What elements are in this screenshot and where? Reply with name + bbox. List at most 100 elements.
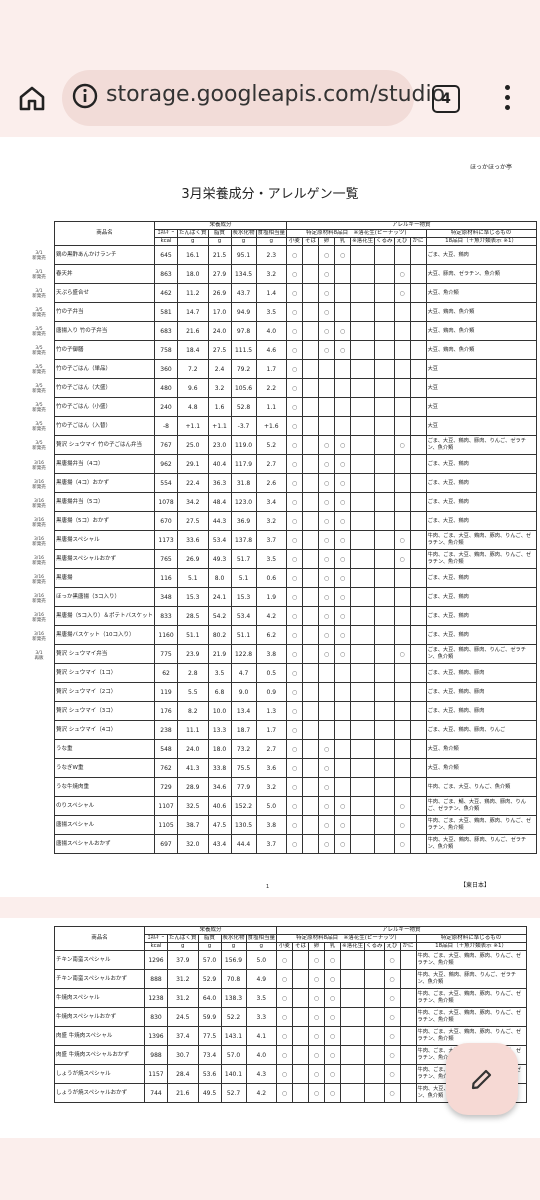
allergen-mark: ○ [286, 454, 304, 474]
product-name: 唐揚スペシャル [53, 815, 156, 835]
nutrient-p: 51.1 [177, 625, 209, 645]
nutrient-f: 44.3 [207, 511, 232, 531]
product-name: 竹の子ごはん（小盛） [53, 397, 156, 417]
related-allergens: ごま、大豆、鶏肉 [425, 606, 537, 626]
allergen-mark [302, 283, 320, 303]
allergen-mark [364, 969, 385, 989]
allergen-mark: ○ [286, 302, 304, 322]
product-name: 竹の子ごはん（単品） [53, 359, 156, 379]
nutrient-s: 2.2 [255, 378, 288, 398]
nutrient-p: 32.0 [177, 834, 209, 854]
allergen-mark: ○ [318, 302, 336, 322]
table-row: チキン南蛮スペシャル 1296 37.9 57.0 156.9 5.0 ○ ○ ○ ○ 牛肉、ごま、… [54, 950, 527, 970]
nutrient-p: 34.2 [177, 492, 209, 512]
nutrient-kcal: 62 [154, 663, 179, 683]
allergen-mark [302, 758, 320, 778]
allergen-mark [350, 815, 376, 835]
overflow-menu-icon[interactable] [505, 85, 511, 113]
allergen-mark [409, 302, 427, 322]
header-u_g3: g [230, 237, 257, 246]
nutrient-kcal: 581 [154, 302, 179, 322]
allergen-mark [393, 777, 411, 797]
info-icon[interactable] [72, 83, 98, 109]
allergen-mark [302, 663, 320, 683]
header-crab: かに [399, 942, 417, 951]
nutrient-s: 3.5 [255, 549, 288, 569]
allergen-mark: ○ [334, 549, 352, 569]
allergen-mark: ○ [286, 701, 304, 721]
related-allergens: 大豆 [425, 416, 537, 436]
allergen-mark: ○ [393, 435, 411, 455]
product-name: 黒唐揚弁当（4コ） [53, 454, 156, 474]
nutrient-p: 5.5 [177, 682, 209, 702]
allergen-mark: ○ [286, 644, 304, 664]
allergen-mark [374, 530, 395, 550]
nutrient-kcal: 1173 [154, 530, 179, 550]
header-allergy: アレルギー物質 [276, 926, 527, 935]
allergen-mark [350, 264, 376, 284]
release-date-note: 新発売 [32, 351, 46, 357]
nutrient-f: 59.9 [197, 1007, 222, 1027]
nutrient-kcal: 1396 [144, 1026, 168, 1046]
allergen-mark [393, 625, 411, 645]
release-date-note: 新発売 [32, 408, 46, 414]
allergen-mark [302, 530, 320, 550]
allergen-mark [393, 302, 411, 322]
allergen-mark [340, 1083, 366, 1103]
related-allergens: 牛肉、ごま、大豆、鶏肉、豚肉、りんご、ゼラチン、魚介類 [415, 1007, 527, 1027]
related-allergens: 大豆、魚介類 [425, 758, 537, 778]
allergen-mark [374, 302, 395, 322]
nutrient-f: 40.4 [207, 454, 232, 474]
header-wheat: 小麦 [286, 237, 304, 246]
nutrient-p: 18.0 [177, 264, 209, 284]
nutrient-s: 1.7 [255, 359, 288, 379]
allergen-mark [292, 1026, 310, 1046]
allergen-mark: ○ [334, 644, 352, 664]
allergen-mark: ○ [393, 644, 411, 664]
allergen-mark [302, 815, 320, 835]
allergen-mark [302, 568, 320, 588]
allergen-mark [350, 777, 376, 797]
allergen-mark [374, 587, 395, 607]
product-name: 牛焼肉スペシャル [54, 988, 145, 1008]
nutrient-kcal: 645 [154, 245, 179, 265]
allergen-mark [374, 644, 395, 664]
allergen-mark [374, 397, 395, 417]
tab-switcher-button[interactable]: 4 [432, 85, 460, 113]
allergen-mark [350, 549, 376, 569]
allergen-mark [374, 625, 395, 645]
nutrient-kcal: 116 [154, 568, 179, 588]
allergen-mark: ○ [393, 283, 411, 303]
product-name: 黒唐揚弁当（5コ） [53, 492, 156, 512]
allergen-mark: ○ [308, 1083, 326, 1103]
product-name: 黒唐揚（4コ）おかず [53, 473, 156, 493]
header-nutrition: 栄養成分 [154, 221, 288, 230]
nutrient-kcal: 360 [154, 359, 179, 379]
related-allergens: 牛肉、ごま、大豆、鶏肉、豚肉、りんご、ゼラチン、魚介類 [425, 549, 537, 569]
allergen-mark [409, 739, 427, 759]
home-icon[interactable] [18, 85, 46, 111]
allergen-mark [393, 739, 411, 759]
allergen-mark [409, 340, 427, 360]
allergen-mark [409, 815, 427, 835]
release-date-note: 新発売 [32, 427, 46, 433]
address-bar[interactable]: storage.googleapis.com/studio [62, 70, 445, 126]
url-text[interactable]: storage.googleapis.com/studio [106, 82, 445, 107]
nutrient-p: 31.2 [167, 969, 199, 989]
related-allergens: ごま、大豆、鶏肉 [425, 492, 537, 512]
allergen-mark: ○ [334, 473, 352, 493]
release-date-note: 新発売 [32, 446, 46, 452]
allergen-mark: ○ [318, 834, 336, 854]
release-date-note: 新発売 [32, 579, 46, 585]
allergen-mark [318, 682, 336, 702]
allergen-mark [302, 397, 320, 417]
nutrient-kcal: 1107 [154, 796, 179, 816]
nutrient-c: 36.9 [230, 511, 257, 531]
header-crab: かに [409, 237, 427, 246]
nutrient-f: +1.1 [207, 416, 232, 436]
table-row: 黒唐揚（4コ）おかず 554 22.4 36.3 31.8 2.6 ○ ○ ○ ごま、大豆、鶏肉 [53, 473, 537, 493]
allergen-mark [409, 492, 427, 512]
allergen-mark [374, 777, 395, 797]
edit-fab-button[interactable] [446, 1043, 518, 1115]
product-name: 贅沢 シュウマイ（3コ） [53, 701, 156, 721]
